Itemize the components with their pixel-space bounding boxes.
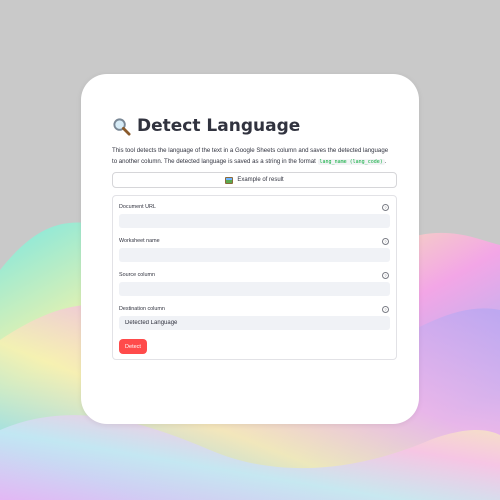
description: This tool detects the language of the te… xyxy=(112,146,394,167)
detect-form: Document URL ? Worksheet name ? Source c… xyxy=(112,195,397,360)
source-column-label: Source column xyxy=(119,272,155,278)
page-title: Detect Language xyxy=(112,116,300,136)
help-icon[interactable]: ? xyxy=(382,204,389,211)
source-column-input[interactable] xyxy=(119,282,390,296)
description-suffix: . xyxy=(384,157,387,165)
magnifier-icon xyxy=(112,117,131,136)
document-url-label: Document URL xyxy=(119,204,156,210)
page-title-text: Detect Language xyxy=(137,116,301,136)
format-code: lang_name (lang_code) xyxy=(317,158,385,165)
example-button-label: Example of result xyxy=(237,177,284,183)
help-icon[interactable]: ? xyxy=(382,306,389,313)
main-card: Detect Language This tool detects the la… xyxy=(81,74,419,424)
detect-button[interactable]: Detect xyxy=(119,339,147,354)
destination-column-label: Destination column xyxy=(119,306,165,312)
image-icon xyxy=(225,176,234,184)
help-icon[interactable]: ? xyxy=(382,272,389,279)
document-url-input[interactable] xyxy=(119,214,390,228)
destination-column-input[interactable] xyxy=(119,316,390,330)
example-of-result-button[interactable]: Example of result xyxy=(112,172,397,188)
help-icon[interactable]: ? xyxy=(382,238,389,245)
worksheet-name-label: Worksheet name xyxy=(119,238,160,244)
worksheet-name-input[interactable] xyxy=(119,248,390,262)
